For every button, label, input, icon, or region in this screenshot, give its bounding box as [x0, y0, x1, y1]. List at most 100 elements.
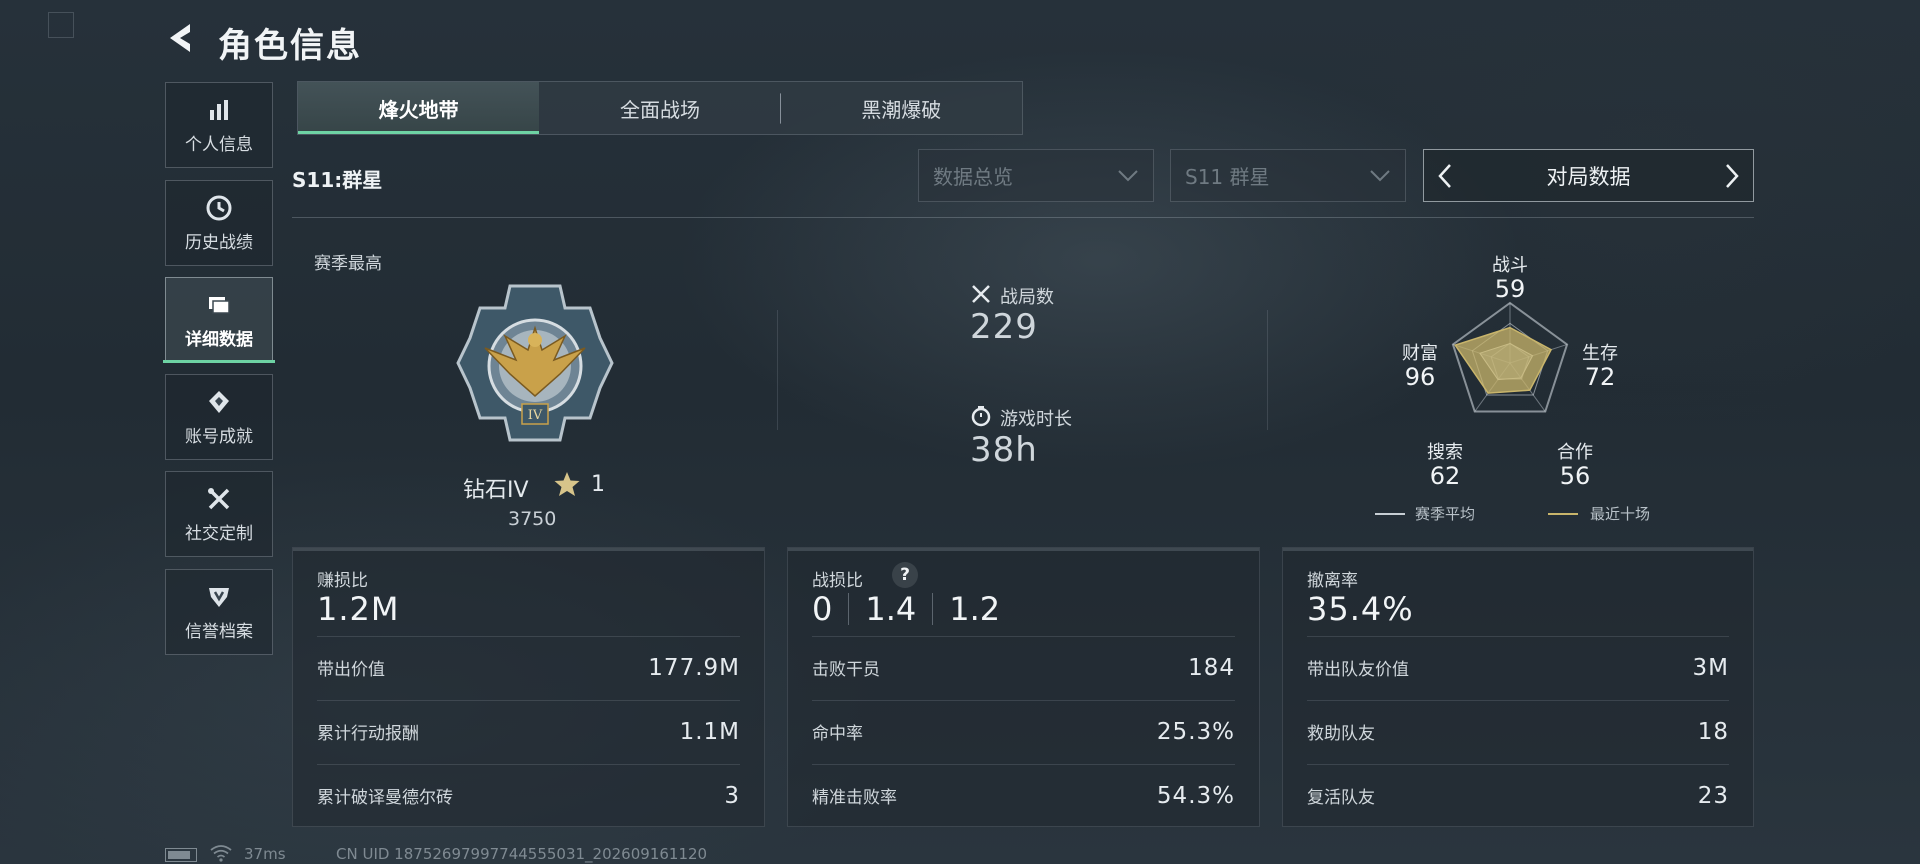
radar-axis-value: 72 [1584, 363, 1616, 391]
card-main-value: 1.2M [317, 590, 400, 628]
tab-full-battlefield[interactable]: 全面战场 [539, 82, 781, 134]
tab-divider [780, 93, 781, 123]
corner-decoration [48, 12, 74, 38]
sidebar-item-detailed-data[interactable]: 详细数据 [165, 277, 273, 363]
radar-axis-wealth: 财富 96 [1390, 343, 1450, 391]
sidebar-item-history[interactable]: 历史战绩 [165, 180, 273, 266]
back-arrow-icon[interactable] [160, 18, 200, 58]
tab-warzone[interactable]: 烽火地带 [298, 82, 540, 134]
profit-card: 赚损比 1.2M 带出价值 177.9M 累计行动报酬 1.1M 累计破译曼德尔砖 3 [292, 547, 765, 827]
stat-label: 击败干员 [812, 660, 880, 680]
stat-value: 1.1M [679, 718, 740, 745]
stat-value: 177.9M [648, 654, 740, 681]
sidebar-item-achievements[interactable]: 账号成就 [165, 374, 273, 460]
stat-row: 精准击败率 54.3% [812, 764, 1235, 826]
sidebar-item-social[interactable]: 社交定制 [165, 471, 273, 557]
radar-axis-label: 生存 [1582, 343, 1618, 364]
sidebar-item-label: 信誉档案 [185, 621, 253, 642]
season-best-label: 赛季最高 [314, 254, 382, 274]
bar-chart-icon [210, 99, 228, 120]
sidebar-active-indicator [163, 360, 275, 363]
card-top-border [788, 548, 1259, 551]
legend-label-recent: 最近十场 [1590, 505, 1651, 523]
radar-axis-label: 战斗 [1492, 255, 1528, 276]
sidebar-item-personal-info[interactable]: 个人信息 [165, 82, 273, 168]
radar-axis-label: 合作 [1557, 442, 1593, 463]
sidebar-item-label: 社交定制 [185, 523, 253, 544]
stat-label: 命中率 [812, 724, 863, 744]
kd-value: 1.4 [865, 590, 917, 628]
card-main-value: 35.4% [1307, 590, 1414, 628]
ping-readout: 37ms [244, 845, 286, 863]
radar-axis-survival: 生存 72 [1570, 343, 1630, 391]
playtime-label: 游戏时长 [1000, 409, 1072, 430]
stat-value: 3 [724, 782, 740, 809]
radar-axis-value: 96 [1404, 363, 1436, 391]
shield-icon [209, 587, 229, 607]
star-icon [554, 472, 580, 496]
stat-row: 救助队友 18 [1307, 700, 1729, 762]
page-title: 角色信息 [218, 26, 362, 66]
radar-chart [1451, 301, 1569, 413]
sidebar-item-reputation[interactable]: 信誉档案 [165, 569, 273, 655]
radar-axis-label: 财富 [1402, 343, 1438, 364]
stat-row: 复活队友 23 [1307, 764, 1729, 826]
rank-name: 钻石IV [463, 478, 529, 503]
combat-card: 战损比 ? 0 1.4 1.2 击败干员 184 命中率 25.3% 精准击败率 54… [787, 547, 1260, 827]
legend-label-average: 赛季平均 [1415, 505, 1476, 523]
stopwatch-icon [971, 406, 991, 427]
extraction-card: 撤离率 35.4% 带出队友价值 3M 救助队友 18 复活队友 23 [1282, 547, 1754, 827]
battery-icon [165, 848, 197, 862]
stat-value: 18 [1697, 718, 1729, 745]
stat-label: 带出队友价值 [1307, 660, 1409, 680]
tab-black-tide[interactable]: 黑潮爆破 [781, 82, 1022, 134]
matches-value: 229 [970, 307, 1038, 347]
stat-label: 救助队友 [1307, 724, 1375, 744]
kd-divider [932, 593, 934, 625]
dropdown-value: 数据总览 [933, 165, 1013, 189]
stat-row: 击败干员 184 [812, 636, 1235, 698]
sidebar-item-label: 个人信息 [185, 134, 253, 155]
stat-value: 54.3% [1156, 782, 1235, 809]
crossed-swords-icon [972, 285, 990, 303]
card-title: 战损比 [812, 571, 863, 591]
stat-row: 累计破译曼德尔砖 3 [317, 764, 740, 826]
stat-value: 3M [1692, 654, 1729, 681]
radar-axis-value: 59 [1494, 275, 1526, 303]
sidebar-item-label: 历史战绩 [185, 232, 253, 253]
stat-label: 带出价值 [317, 660, 385, 680]
radar-axis-search: 搜索 62 [1415, 442, 1475, 490]
mode-tabbar: 烽火地带 全面战场 黑潮爆破 [297, 81, 1023, 135]
chevron-right-icon[interactable] [1723, 162, 1741, 190]
chevron-down-icon [1118, 169, 1138, 181]
sidebar-item-label: 详细数据 [185, 329, 253, 350]
dropdown-value: S11 群星 [1185, 165, 1270, 189]
overview-dropdown[interactable]: 数据总览 [918, 149, 1154, 202]
radar-axis-teamwork: 合作 56 [1545, 442, 1605, 490]
season-dropdown[interactable]: S11 群星 [1170, 149, 1406, 202]
tools-icon [208, 487, 230, 509]
card-top-border [1283, 548, 1753, 551]
legend-swatch-average [1375, 513, 1405, 515]
matches-label: 战局数 [1000, 287, 1054, 308]
radar-axis-label: 搜索 [1427, 442, 1463, 463]
stat-label: 累计行动报酬 [317, 724, 419, 744]
season-label: S11:群星 [292, 168, 383, 192]
column-divider [1267, 310, 1268, 430]
kd-values: 0 1.4 1.2 [812, 590, 1000, 628]
help-icon[interactable]: ? [892, 562, 918, 588]
chevron-down-icon [1370, 169, 1390, 181]
radar-axis-value: 56 [1559, 462, 1591, 490]
stat-label: 精准击败率 [812, 788, 897, 808]
user-uid: CN UID 18752697997744555031_202609161120 [336, 845, 708, 863]
achievement-icon [209, 390, 229, 413]
stat-row: 带出队友价值 3M [1307, 636, 1729, 698]
stat-label: 累计破译曼德尔砖 [317, 788, 453, 808]
wifi-icon [210, 845, 232, 862]
kd-divider [848, 593, 850, 625]
chevron-left-icon[interactable] [1436, 162, 1454, 190]
pager-label: 对局数据 [1546, 164, 1631, 189]
stat-value: 23 [1697, 782, 1729, 809]
tab-label: 全面战场 [619, 97, 700, 122]
legend-swatch-recent [1548, 513, 1578, 515]
